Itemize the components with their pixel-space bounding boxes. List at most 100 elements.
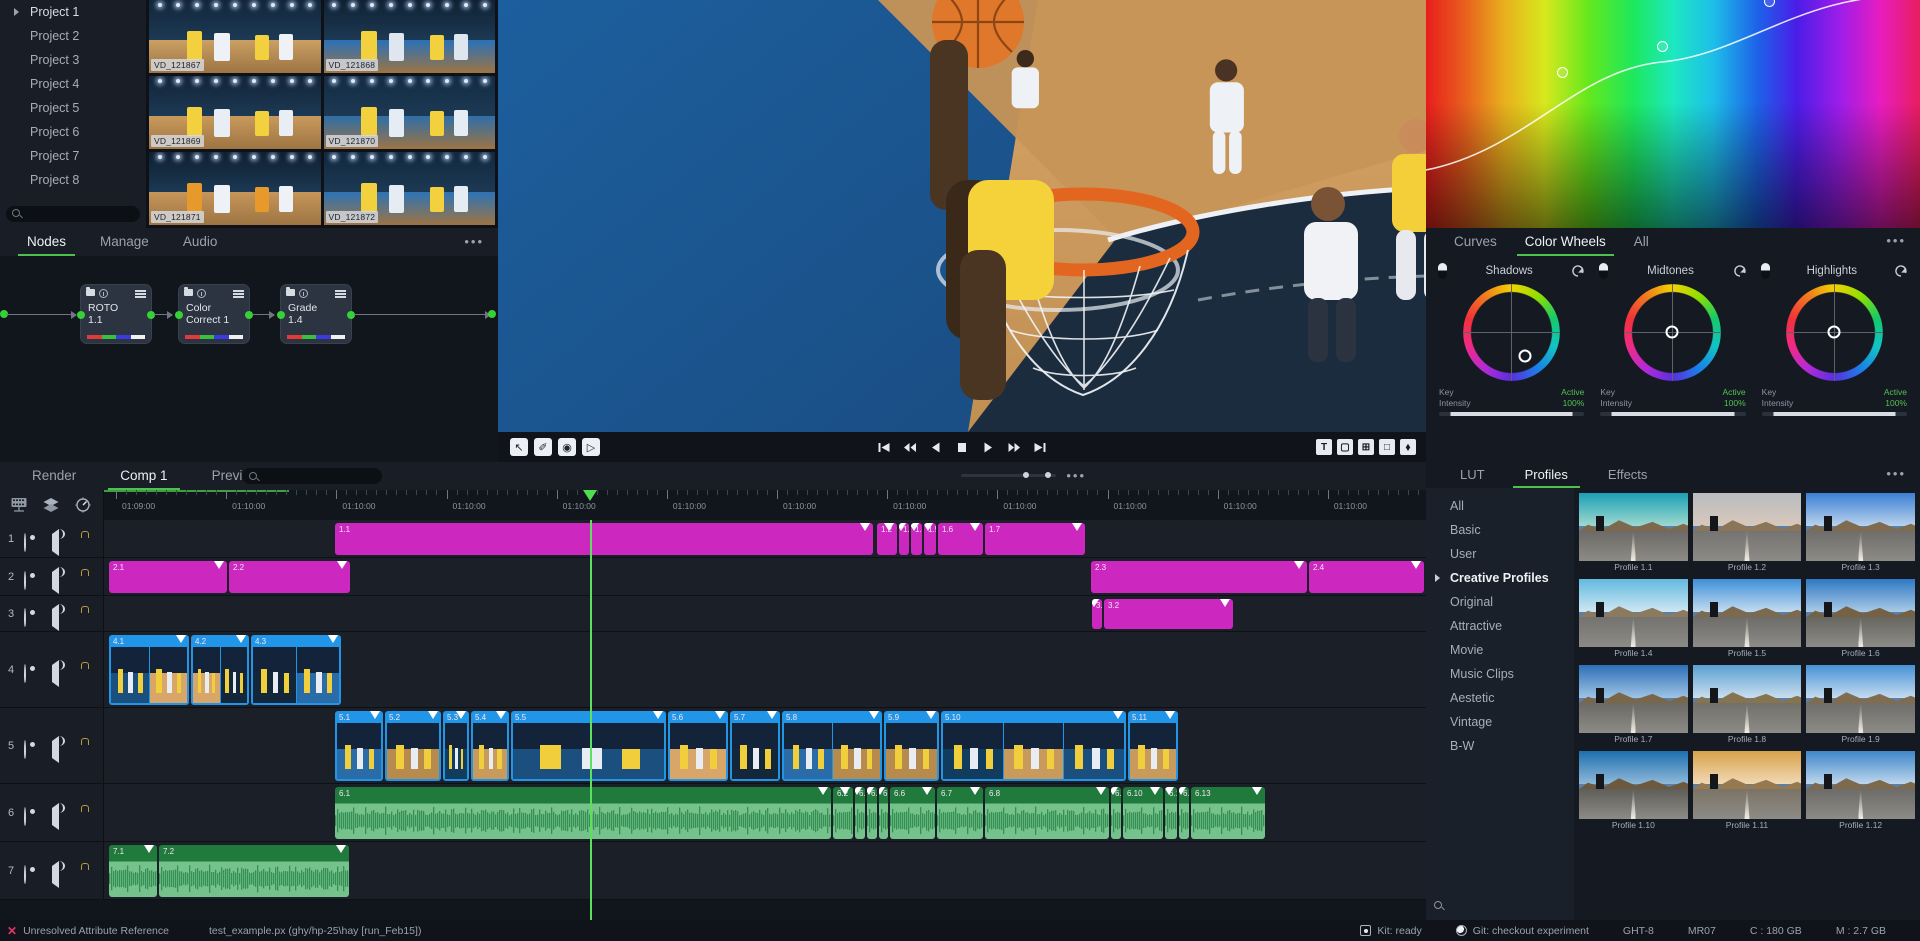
play-button[interactable] (982, 441, 995, 454)
timeline-clip[interactable]: 5.1 (335, 711, 383, 781)
node-graph-canvas[interactable]: ROTO1.1ColorCorrect 1Grade1.4 (0, 256, 498, 462)
stamp-tool-icon[interactable]: ◉ (558, 438, 576, 456)
step-back-button[interactable] (930, 441, 943, 454)
timeline-clip[interactable]: 4.3 (251, 635, 341, 705)
color-wheels-tab[interactable]: Color Wheels (1511, 228, 1620, 256)
profile-category-item[interactable]: Vintage (1426, 710, 1574, 734)
track-lane[interactable]: 4.14.24.3 (104, 632, 1426, 707)
wheel-intensity-slider[interactable] (1762, 412, 1907, 416)
timeline-clip[interactable]: 5.8 (782, 711, 882, 781)
timeline-clip[interactable]: 1.4 (911, 523, 922, 555)
project-item[interactable]: Project 3 (0, 48, 146, 72)
profile-category-item[interactable]: Basic (1426, 518, 1574, 542)
clip-keyframe-marker[interactable] (1111, 787, 1118, 795)
timeline-overflow-menu[interactable]: ••• (1066, 473, 1086, 479)
clip-keyframe-marker[interactable] (1113, 711, 1123, 719)
clip-keyframe-marker[interactable] (924, 523, 933, 531)
timeline-clip[interactable]: 6.7 (937, 787, 983, 839)
profile-category-item[interactable]: Creative Profiles (1426, 566, 1574, 590)
hamburger-menu-icon[interactable] (233, 290, 244, 298)
profiles-tab[interactable]: LUT (1440, 462, 1505, 488)
wheel-enable-toggle[interactable] (1761, 263, 1770, 279)
timeline-clip[interactable]: 5.5 (511, 711, 666, 781)
zoom-handle-left[interactable] (1023, 472, 1029, 478)
project-item[interactable]: Project 2 (0, 24, 146, 48)
clip-keyframe-marker[interactable] (370, 711, 380, 719)
clip-keyframe-marker[interactable] (1096, 787, 1106, 795)
layers-icon[interactable] (42, 496, 60, 514)
track-lane[interactable]: 6.16.26.36.46.56.66.76.86.96.106.116.126… (104, 784, 1426, 841)
clip-keyframe-marker[interactable] (970, 523, 980, 531)
color-wheel-control[interactable] (1463, 284, 1560, 381)
clip-keyframe-marker[interactable] (144, 845, 154, 853)
timeline-clip[interactable]: 7.2 (159, 845, 349, 897)
profile-category-item[interactable]: User (1426, 542, 1574, 566)
clip-keyframe-marker[interactable] (653, 711, 663, 719)
visibility-eye-icon[interactable] (24, 661, 42, 679)
clip-keyframe-marker[interactable] (1220, 599, 1230, 607)
timeline-clip[interactable]: 1.5 (924, 523, 936, 555)
timeline-clip[interactable]: 4.1 (109, 635, 189, 705)
clip-keyframe-marker[interactable] (456, 711, 466, 719)
clip-keyframe-marker[interactable] (1150, 787, 1160, 795)
dial-icon[interactable] (74, 496, 92, 514)
media-thumbnail[interactable]: VD_121867 (149, 0, 321, 73)
mute-speaker-icon[interactable] (50, 530, 68, 548)
clip-keyframe-marker[interactable] (911, 523, 919, 531)
timeline-zoom-slider[interactable] (961, 474, 1056, 477)
graph-node[interactable]: ROTO1.1 (80, 284, 152, 344)
media-thumbnail[interactable]: VD_121872 (324, 152, 496, 225)
timeline-clip[interactable]: 1.6 (938, 523, 983, 555)
profiles-tab[interactable]: Profiles (1505, 462, 1588, 488)
reset-icon[interactable] (1894, 264, 1908, 278)
reset-icon[interactable] (1571, 264, 1585, 278)
record-tool-icon[interactable]: ▷ (582, 438, 600, 456)
track-lane[interactable]: 1.11.21.31.41.51.61.7 (104, 520, 1426, 557)
profile-card[interactable]: Profile 1.1 (1579, 493, 1688, 574)
git-status[interactable]: Git: checkout experiment (1456, 925, 1589, 937)
select-arrow-tool-icon[interactable]: ↖ (510, 438, 528, 456)
project-item[interactable]: Project 1 (0, 0, 146, 24)
wheel-intensity-slider[interactable] (1439, 412, 1584, 416)
timeline-clip[interactable]: 7.1 (109, 845, 157, 897)
zoom-handle-right[interactable] (1045, 472, 1051, 478)
color-wheels-tab[interactable]: All (1620, 228, 1663, 256)
media-thumbnail[interactable]: VD_121868 (324, 0, 496, 73)
timeline-clip[interactable]: 6.13 (1191, 787, 1265, 839)
text-overlay-button-icon[interactable]: T (1316, 439, 1332, 455)
clip-keyframe-marker[interactable] (970, 787, 980, 795)
clip-keyframe-marker[interactable] (867, 787, 874, 795)
profile-card[interactable]: Profile 1.2 (1693, 493, 1802, 574)
timeline-tab[interactable]: Comp 1 (98, 462, 189, 490)
hamburger-menu-icon[interactable] (335, 290, 346, 298)
timeline-clip[interactable]: 6.10 (1123, 787, 1163, 839)
mute-speaker-icon[interactable] (50, 804, 68, 822)
nodes-overflow-menu[interactable]: ••• (464, 239, 484, 245)
lock-icon[interactable] (76, 804, 94, 822)
timeline-clip[interactable]: 6.9 (1111, 787, 1121, 839)
clip-keyframe-marker[interactable] (176, 635, 186, 643)
build-label[interactable]: GHT-8 (1623, 925, 1654, 937)
curve-knot-2[interactable] (1657, 41, 1668, 52)
clip-keyframe-marker[interactable] (899, 523, 906, 531)
visibility-eye-icon[interactable] (24, 862, 42, 880)
lock-icon[interactable] (76, 737, 94, 755)
wheel-enable-toggle[interactable] (1438, 263, 1447, 279)
kit-status[interactable]: Kit: ready (1360, 925, 1421, 937)
profiles-overflow-menu[interactable]: ••• (1886, 471, 1906, 477)
profile-category-item[interactable]: B-W (1426, 734, 1574, 758)
hamburger-menu-icon[interactable] (135, 290, 146, 298)
timeline-clip[interactable]: 2.4 (1309, 561, 1424, 593)
grid-button-icon[interactable]: ⊞ (1358, 439, 1374, 455)
profile-card[interactable]: Profile 1.6 (1806, 579, 1915, 660)
timeline-clip[interactable]: 2.1 (109, 561, 227, 593)
project-item[interactable]: Project 5 (0, 96, 146, 120)
clip-keyframe-marker[interactable] (1072, 523, 1082, 531)
playhead-marker[interactable] (583, 490, 597, 501)
project-item[interactable]: Project 7 (0, 144, 146, 168)
folder-icon[interactable] (286, 289, 295, 296)
clip-keyframe-marker[interactable] (767, 711, 777, 719)
profiles-tab[interactable]: Effects (1588, 462, 1668, 488)
color-wheels-overflow-menu[interactable]: ••• (1886, 238, 1906, 244)
timeline-clip[interactable]: 6.6 (890, 787, 935, 839)
